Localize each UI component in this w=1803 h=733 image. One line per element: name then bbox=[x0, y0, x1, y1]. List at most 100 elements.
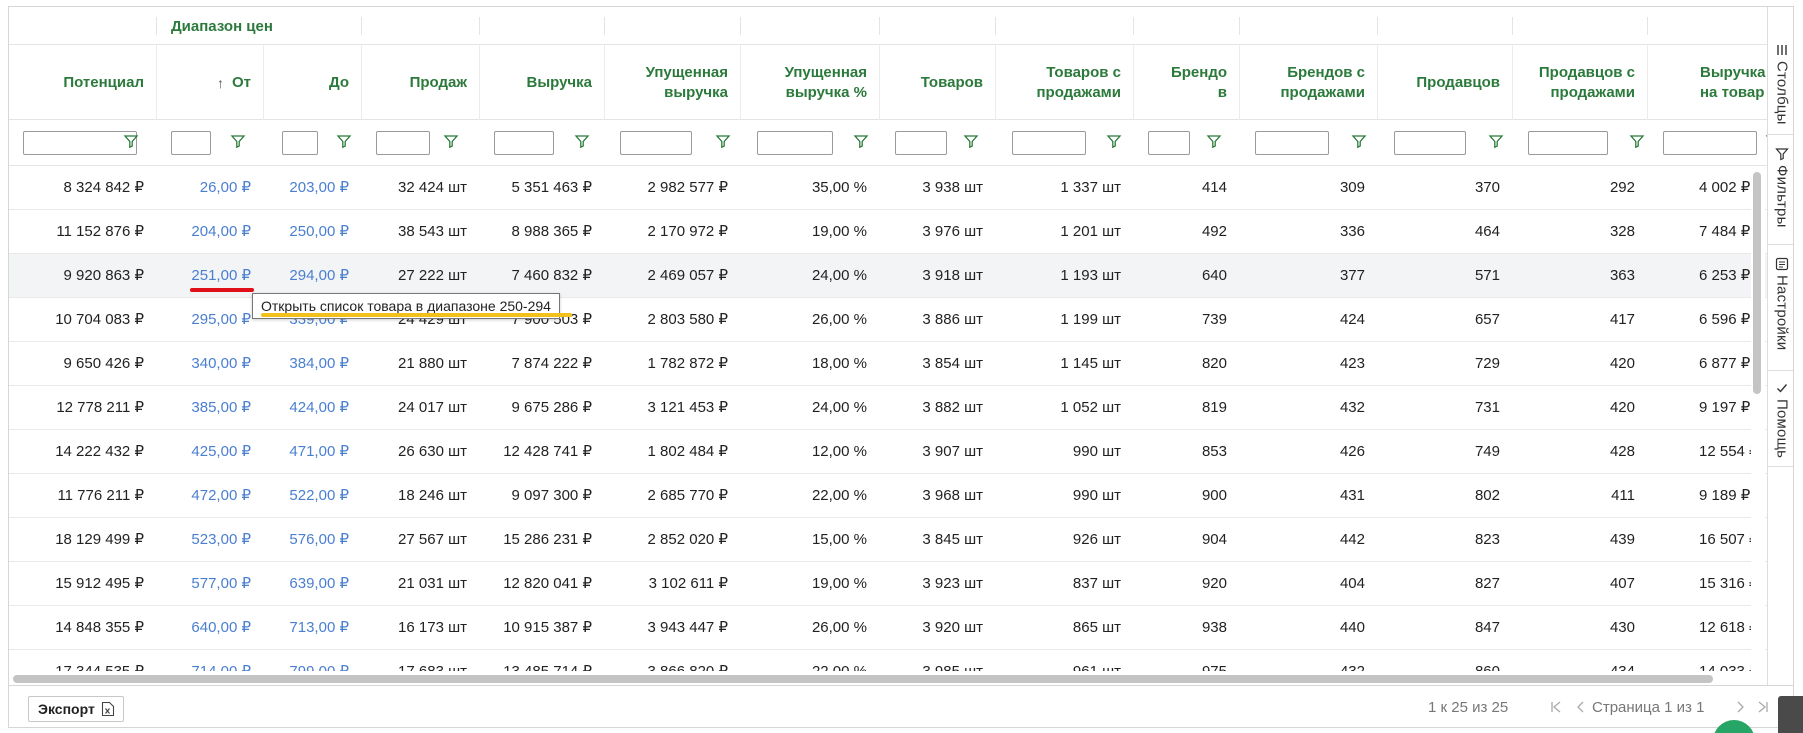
table-cell: 464 bbox=[1474, 223, 1500, 240]
filter-icon[interactable] bbox=[336, 133, 352, 149]
header-revenue-per-good[interactable]: Выручка на товар bbox=[1647, 45, 1767, 120]
filter-icon[interactable] bbox=[1629, 133, 1645, 149]
filter-icon[interactable] bbox=[1206, 133, 1222, 149]
filter-input-potential[interactable] bbox=[23, 131, 137, 155]
filter-icon[interactable] bbox=[123, 133, 139, 149]
header-goods-with-sales[interactable]: Товаров с продажами bbox=[995, 45, 1133, 120]
table-row: 12 778 211 ₽ 385,00 ₽424,00 ₽ 24 017 шт 9 6… bbox=[9, 386, 1767, 430]
table-cell: 9 197 ₽ bbox=[1699, 399, 1751, 416]
price-range-link[interactable]: 714,00 ₽ bbox=[156, 650, 263, 673]
filter-icon[interactable] bbox=[853, 133, 869, 149]
header-group-row: Диапазон цен bbox=[9, 7, 1767, 45]
price-range-link[interactable]: 340,00 ₽ bbox=[156, 342, 263, 385]
filter-input-lost-revenue-pct[interactable] bbox=[757, 131, 833, 155]
table-cell: 731 bbox=[1474, 399, 1500, 416]
price-range-link[interactable]: 523,00 ₽ bbox=[156, 518, 263, 561]
export-button[interactable]: Экспорт bbox=[28, 696, 124, 722]
price-range-link[interactable]: 799,00 ₽ bbox=[263, 650, 361, 673]
next-page-button[interactable] bbox=[1731, 698, 1749, 716]
filter-input-goods[interactable] bbox=[895, 131, 947, 155]
side-tab-filters[interactable]: Фильтры bbox=[1768, 139, 1793, 245]
header-sales[interactable]: Продаж bbox=[361, 45, 479, 120]
header-lost-revenue-pct[interactable]: Упущенная выручка % bbox=[740, 45, 879, 120]
header-brands[interactable]: Брендо в bbox=[1133, 45, 1239, 120]
first-page-button[interactable] bbox=[1547, 698, 1565, 716]
filter-input-sellers[interactable] bbox=[1394, 131, 1466, 155]
price-range-link[interactable]: 640,00 ₽ bbox=[156, 606, 263, 649]
table-cell: 729 bbox=[1474, 355, 1500, 372]
price-range-link[interactable]: 425,00 ₽ bbox=[156, 430, 263, 473]
table-cell: 3 976 шт bbox=[922, 223, 983, 240]
price-range-link[interactable]: 639,00 ₽ bbox=[263, 562, 361, 605]
yellow-underline-annotation bbox=[261, 313, 572, 317]
corner-resize-handle[interactable] bbox=[1778, 696, 1803, 733]
price-range-link[interactable]: 295,00 ₽ bbox=[156, 298, 263, 341]
side-tab-columns[interactable]: Столбцы bbox=[1768, 35, 1793, 135]
price-range-link[interactable]: 385,00 ₽ bbox=[156, 386, 263, 429]
filter-icon[interactable] bbox=[963, 133, 979, 149]
table-cell: 18 246 шт bbox=[398, 487, 467, 504]
price-range-link[interactable]: 203,00 ₽ bbox=[263, 166, 361, 209]
price-range-link[interactable]: 522,00 ₽ bbox=[263, 474, 361, 517]
table-cell: 11 776 211 ₽ bbox=[57, 487, 144, 504]
prev-page-button[interactable] bbox=[1572, 698, 1590, 716]
header-revenue[interactable]: Выручка bbox=[479, 45, 604, 120]
filter-input-to[interactable] bbox=[282, 131, 318, 155]
filter-input-lost-revenue[interactable] bbox=[620, 131, 692, 155]
header-sellers-with-sales[interactable]: Продавцов с продажами bbox=[1512, 45, 1647, 120]
price-range-link[interactable]: 204,00 ₽ bbox=[156, 210, 263, 253]
header-brands-with-sales[interactable]: Брендов с продажами bbox=[1239, 45, 1377, 120]
price-range-link[interactable]: 250,00 ₽ bbox=[263, 210, 361, 253]
filter-input-sellers-with-sales[interactable] bbox=[1528, 131, 1608, 155]
table-cell: 900 bbox=[1201, 487, 1227, 504]
filter-input-from[interactable] bbox=[171, 131, 211, 155]
filter-icon[interactable] bbox=[230, 133, 246, 149]
filter-icon[interactable] bbox=[574, 133, 590, 149]
filter-icon[interactable] bbox=[715, 133, 731, 149]
filter-icon[interactable] bbox=[1106, 133, 1122, 149]
check-icon bbox=[1777, 384, 1788, 393]
data-grid: Диапазон цен Потенциал ↑ От До Продаж Выр… bbox=[8, 6, 1794, 728]
table-cell: 440 bbox=[1339, 619, 1365, 636]
price-range-link[interactable]: 26,00 ₽ bbox=[156, 166, 263, 209]
header-to[interactable]: До bbox=[263, 45, 361, 120]
filter-input-revenue[interactable] bbox=[494, 131, 554, 155]
table-cell: 3 938 шт bbox=[922, 179, 983, 196]
table-cell: 11 152 876 ₽ bbox=[56, 223, 144, 240]
filter-input-brands[interactable] bbox=[1148, 131, 1190, 155]
header-potential[interactable]: Потенциал bbox=[9, 45, 156, 120]
price-range-link[interactable]: 713,00 ₽ bbox=[263, 606, 361, 649]
header-goods[interactable]: Товаров bbox=[879, 45, 995, 120]
chevron-right-icon bbox=[1737, 701, 1744, 713]
side-tab-help[interactable]: Помощь bbox=[1768, 373, 1793, 467]
price-range-link[interactable]: 424,00 ₽ bbox=[263, 386, 361, 429]
filter-icon[interactable] bbox=[1351, 133, 1367, 149]
price-range-link[interactable]: 471,00 ₽ bbox=[263, 430, 361, 473]
header-from[interactable]: ↑ От bbox=[156, 45, 263, 120]
price-range-link[interactable]: 472,00 ₽ bbox=[156, 474, 263, 517]
price-range-link[interactable]: 384,00 ₽ bbox=[263, 342, 361, 385]
filter-input-revenue-per-good[interactable] bbox=[1663, 131, 1757, 155]
last-page-button[interactable] bbox=[1754, 698, 1772, 716]
table-cell: 739 bbox=[1201, 311, 1227, 328]
grid-viewport: Диапазон цен Потенциал ↑ От До Продаж Выр… bbox=[9, 7, 1767, 685]
filter-input-brands-with-sales[interactable] bbox=[1255, 131, 1329, 155]
filter-icon[interactable] bbox=[443, 133, 459, 149]
header-lost-revenue[interactable]: Упущенная выручка bbox=[604, 45, 740, 120]
filter-input-sales[interactable] bbox=[376, 131, 430, 155]
header-sellers[interactable]: Продавцов bbox=[1377, 45, 1512, 120]
filter-icon[interactable] bbox=[1488, 133, 1504, 149]
table-cell: 309 bbox=[1339, 179, 1365, 196]
excel-icon bbox=[101, 701, 114, 717]
vertical-scroll-thumb[interactable] bbox=[1753, 172, 1761, 394]
price-range-link[interactable]: 294,00 ₽ bbox=[263, 254, 361, 297]
table-cell: 3 907 шт bbox=[922, 443, 983, 460]
horizontal-scroll-thumb[interactable] bbox=[13, 675, 1713, 683]
filter-input-goods-with-sales[interactable] bbox=[1012, 131, 1086, 155]
table-cell: 6 596 ₽ bbox=[1699, 311, 1751, 328]
table-cell: 432 bbox=[1339, 399, 1365, 416]
side-tab-settings[interactable]: Настройки bbox=[1768, 249, 1793, 371]
price-range-link[interactable]: 577,00 ₽ bbox=[156, 562, 263, 605]
price-range-link[interactable]: 576,00 ₽ bbox=[263, 518, 361, 561]
last-page-icon bbox=[1758, 701, 1768, 713]
